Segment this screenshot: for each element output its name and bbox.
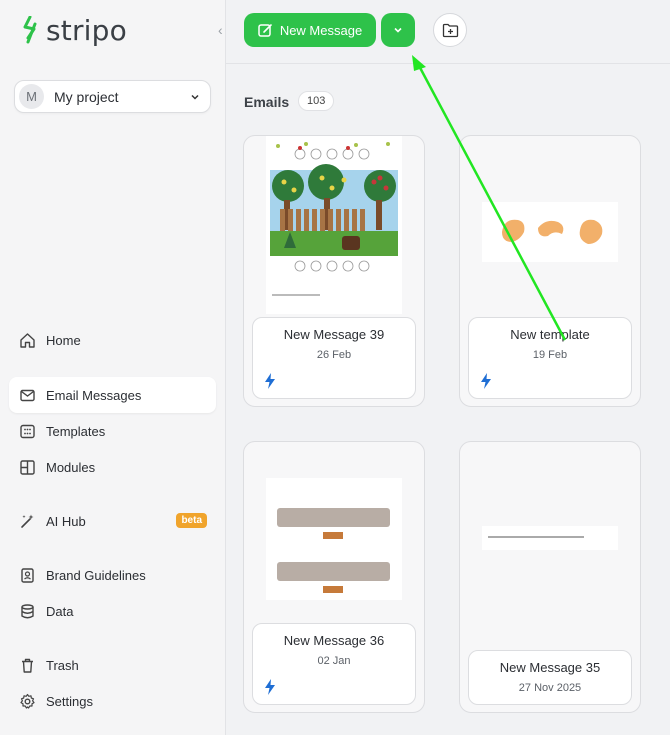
new-folder-button[interactable]	[433, 13, 467, 47]
email-name: New Message 35	[499, 660, 601, 675]
sidebar-item-label: Settings	[46, 693, 93, 709]
sidebar-item-home[interactable]: Home	[9, 322, 216, 358]
email-thumbnail	[266, 478, 402, 600]
email-thumbnail	[266, 136, 402, 314]
sidebar-item-label: Home	[46, 332, 81, 348]
email-date: 27 Nov 2025	[518, 682, 582, 694]
sidebar-item-settings[interactable]: Settings	[9, 683, 216, 719]
project-name: My project	[54, 88, 119, 105]
chevron-down-icon	[191, 94, 199, 100]
gear-icon	[18, 692, 36, 710]
sidebar-item-templates[interactable]: Templates	[9, 413, 216, 449]
lightning-icon	[481, 373, 491, 389]
lightning-icon	[265, 679, 275, 695]
book-icon	[18, 566, 36, 584]
sidebar-item-label: AI Hub	[46, 513, 86, 529]
email-name: New Message 36	[283, 633, 385, 648]
avatar: M	[19, 84, 44, 109]
email-date: 26 Feb	[316, 349, 352, 361]
email-card-info: New Message 35 27 Nov 2025	[468, 650, 632, 705]
sidebar-item-label: Modules	[46, 459, 96, 475]
emails-count-badge: 103	[298, 91, 335, 111]
folder-plus-icon	[442, 23, 458, 37]
toolbar: New Message	[226, 0, 670, 64]
sidebar-item-label: Email Messages	[46, 387, 142, 403]
new-message-dropdown-button[interactable]	[381, 13, 415, 47]
email-card[interactable]: New Message 35 27 Nov 2025	[459, 441, 641, 713]
beta-badge: beta	[176, 513, 207, 528]
lightning-icon	[265, 373, 275, 389]
sidebar-item-ai-hub[interactable]: AI Hub beta	[9, 503, 216, 539]
home-icon	[18, 331, 36, 349]
email-card[interactable]: New Message 39 26 Feb	[243, 135, 425, 407]
email-date: 02 Jan	[317, 655, 351, 667]
sidebar-item-modules[interactable]: Modules	[9, 449, 216, 485]
database-icon	[18, 602, 36, 620]
sidebar-item-data[interactable]: Data	[9, 593, 216, 629]
email-card-info: New Message 39 26 Feb	[252, 317, 416, 399]
trash-icon	[18, 656, 36, 674]
new-message-label: New Message	[279, 22, 363, 38]
email-date: 19 Feb	[532, 349, 568, 361]
section-title: Emails	[244, 94, 290, 110]
sidebar-item-label: Brand Guidelines	[46, 567, 146, 583]
logo-text: stripo	[46, 14, 127, 47]
stripo-logo-icon	[23, 15, 37, 43]
magic-wand-icon	[18, 512, 36, 530]
stripo-logo[interactable]: stripo	[22, 14, 127, 47]
chevron-down-icon	[394, 27, 402, 33]
templates-icon	[18, 422, 36, 440]
email-name: New template	[510, 327, 590, 342]
project-selector[interactable]: M My project	[14, 80, 211, 113]
email-card[interactable]: New template 19 Feb	[459, 135, 641, 407]
email-name: New Message 39	[283, 327, 385, 342]
email-card-info: New Message 36 02 Jan	[252, 623, 416, 705]
sidebar-item-email-messages[interactable]: Email Messages	[9, 377, 216, 413]
sidebar-item-trash[interactable]: Trash	[9, 647, 216, 683]
modules-icon	[18, 458, 36, 476]
sidebar-item-label: Trash	[46, 657, 79, 673]
sidebar-item-label: Data	[46, 603, 74, 619]
edit-icon	[258, 23, 272, 37]
new-message-button[interactable]: New Message	[244, 13, 376, 47]
email-card[interactable]: New Message 36 02 Jan	[243, 441, 425, 713]
email-thumbnail	[482, 136, 618, 314]
chevron-left-icon[interactable]: ‹	[218, 22, 223, 38]
mail-icon	[18, 386, 36, 404]
sidebar-item-brand-guidelines[interactable]: Brand Guidelines	[9, 557, 216, 593]
sidebar-item-label: Templates	[46, 423, 106, 439]
email-thumbnail	[482, 526, 618, 550]
email-card-info: New template 19 Feb	[468, 317, 632, 399]
sidebar: stripo ‹ M My project Home Email Message…	[0, 0, 226, 735]
